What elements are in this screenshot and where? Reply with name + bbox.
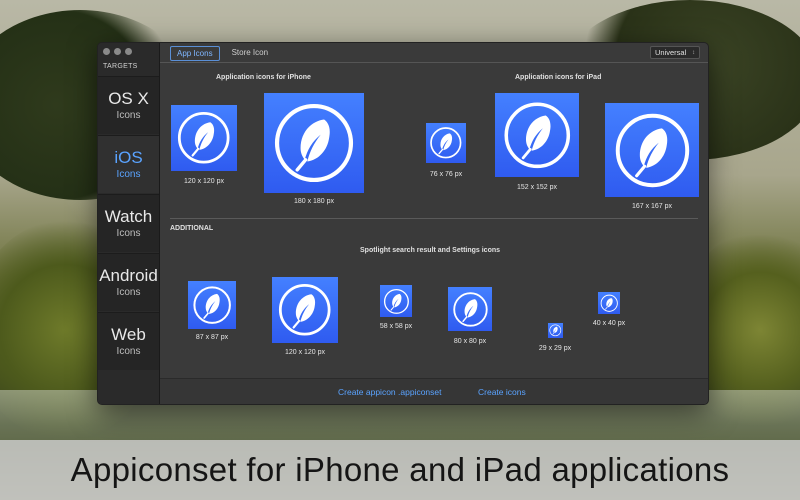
icon-size-label: 40 x 40 px xyxy=(592,320,626,327)
feather-icon xyxy=(548,323,563,338)
icon-size-label: 120 x 120 px xyxy=(183,178,225,185)
target-web-sub: Icons xyxy=(116,346,141,358)
feather-glyph xyxy=(279,284,331,336)
feather-glyph xyxy=(615,113,689,187)
feather-icon xyxy=(605,103,699,197)
target-web-name: Web xyxy=(111,324,146,344)
ipad-section-title: Application icons for iPad xyxy=(515,74,602,81)
tab-app-icons[interactable]: App Icons xyxy=(170,46,220,61)
target-android[interactable]: Android Icons xyxy=(98,253,159,311)
target-android-sub: Icons xyxy=(116,287,141,299)
feather-glyph xyxy=(274,103,354,183)
close-window-button[interactable] xyxy=(103,48,110,55)
icon-size-label: 29 x 29 px xyxy=(538,345,572,352)
icon-size-label: 180 x 180 px xyxy=(293,198,335,205)
icon-size-label: 80 x 80 px xyxy=(453,338,487,345)
icon-size-label: 167 x 167 px xyxy=(631,203,673,210)
feather-icon xyxy=(264,93,364,193)
additional-label: ADDITIONAL xyxy=(170,225,214,232)
feather-glyph xyxy=(430,127,462,159)
targets-sidebar: TARGETS OS X Icons iOS Icons Watch Icons… xyxy=(98,43,160,404)
zoom-window-button[interactable] xyxy=(125,48,132,55)
feather-glyph xyxy=(452,291,488,327)
target-android-name: Android xyxy=(99,265,158,285)
device-select-value: Universal xyxy=(655,48,687,57)
icons-panel: App Icons Store Icon Universal ↕ Applica… xyxy=(160,43,708,404)
window-controls xyxy=(103,48,132,55)
iphone-section-title: Application icons for iPhone xyxy=(216,74,311,81)
app-window: TARGETS OS X Icons iOS Icons Watch Icons… xyxy=(97,42,709,405)
target-watch-name: Watch xyxy=(104,206,153,226)
target-osx-sub: Icons xyxy=(116,110,141,122)
spotlight-section-title: Spotlight search result and Settings ico… xyxy=(360,247,501,254)
feather-icon xyxy=(380,285,412,317)
icon-size-label: 120 x 120 px xyxy=(284,349,326,356)
icon-size-label: 76 x 76 px xyxy=(429,171,463,178)
tab-store-icon[interactable]: Store Icon xyxy=(226,46,274,61)
minimize-window-button[interactable] xyxy=(114,48,121,55)
feather-glyph xyxy=(600,294,618,312)
feather-glyph xyxy=(504,102,570,168)
target-osx-name: OS X xyxy=(108,88,149,108)
feather-glyph xyxy=(383,288,409,314)
feather-icon xyxy=(188,281,236,329)
target-watch-sub: Icons xyxy=(116,228,141,240)
promo-banner-text: Appiconset for iPhone and iPad applicati… xyxy=(70,451,730,488)
feather-icon xyxy=(272,277,338,343)
feather-icon xyxy=(598,292,620,314)
feather-glyph xyxy=(178,112,230,164)
target-ios-sub: Icons xyxy=(116,169,141,181)
target-ios[interactable]: iOS Icons xyxy=(98,135,159,193)
icon-size-label: 58 x 58 px xyxy=(379,323,413,330)
targets-title: TARGETS xyxy=(103,63,138,70)
bottom-action-bar: Create appicon .appiconset Create icons xyxy=(160,378,708,404)
feather-icon xyxy=(426,123,466,163)
target-watch[interactable]: Watch Icons xyxy=(98,194,159,252)
target-osx[interactable]: OS X Icons xyxy=(98,76,159,134)
promo-banner: Appiconset for iPhone and iPad applicati… xyxy=(0,440,800,500)
feather-icon xyxy=(448,287,492,331)
feather-glyph xyxy=(549,324,562,337)
target-web[interactable]: Web Icons xyxy=(98,312,159,370)
feather-icon xyxy=(171,105,237,171)
create-icons-button[interactable]: Create icons xyxy=(478,387,526,397)
feather-icon xyxy=(495,93,579,177)
tab-bar: App Icons Store Icon xyxy=(170,46,274,61)
icon-size-label: 152 x 152 px xyxy=(516,184,558,191)
create-appiconset-button[interactable]: Create appicon .appiconset xyxy=(338,387,442,397)
device-select[interactable]: Universal ↕ xyxy=(650,46,700,59)
target-ios-name: iOS xyxy=(114,147,143,167)
section-divider xyxy=(170,218,698,219)
divider xyxy=(160,62,708,63)
chevron-updown-icon: ↕ xyxy=(692,49,695,56)
feather-glyph xyxy=(193,286,231,324)
icon-size-label: 87 x 87 px xyxy=(195,334,229,341)
